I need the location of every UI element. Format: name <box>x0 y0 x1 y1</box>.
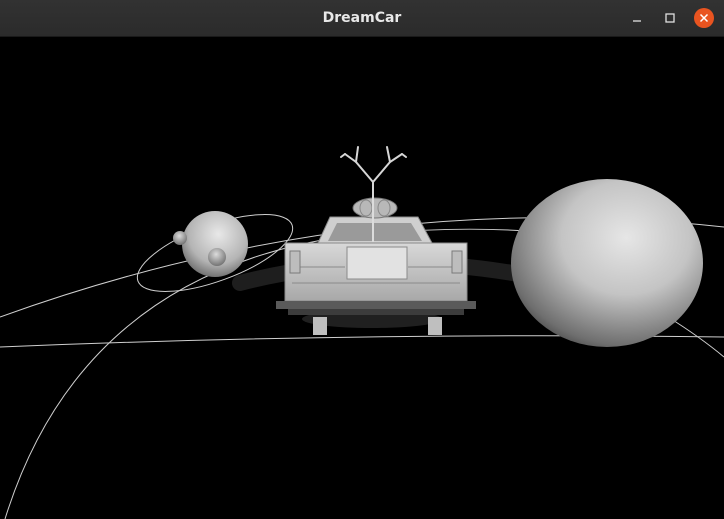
large-sphere <box>511 179 703 347</box>
car <box>276 195 476 335</box>
moon <box>173 231 187 245</box>
minimize-button[interactable] <box>626 7 648 29</box>
maximize-icon <box>665 13 675 23</box>
render-viewport[interactable] <box>0 37 724 519</box>
small-planet <box>136 211 294 292</box>
close-button[interactable] <box>693 7 715 29</box>
antlers <box>340 146 407 196</box>
title-bar[interactable]: DreamCar <box>0 0 724 37</box>
scene-canvas <box>0 146 724 519</box>
window-title: DreamCar <box>322 10 402 26</box>
minimize-icon <box>633 20 641 22</box>
close-icon <box>699 13 709 23</box>
app-window: DreamCar <box>0 0 724 519</box>
maximize-button[interactable] <box>659 7 681 29</box>
